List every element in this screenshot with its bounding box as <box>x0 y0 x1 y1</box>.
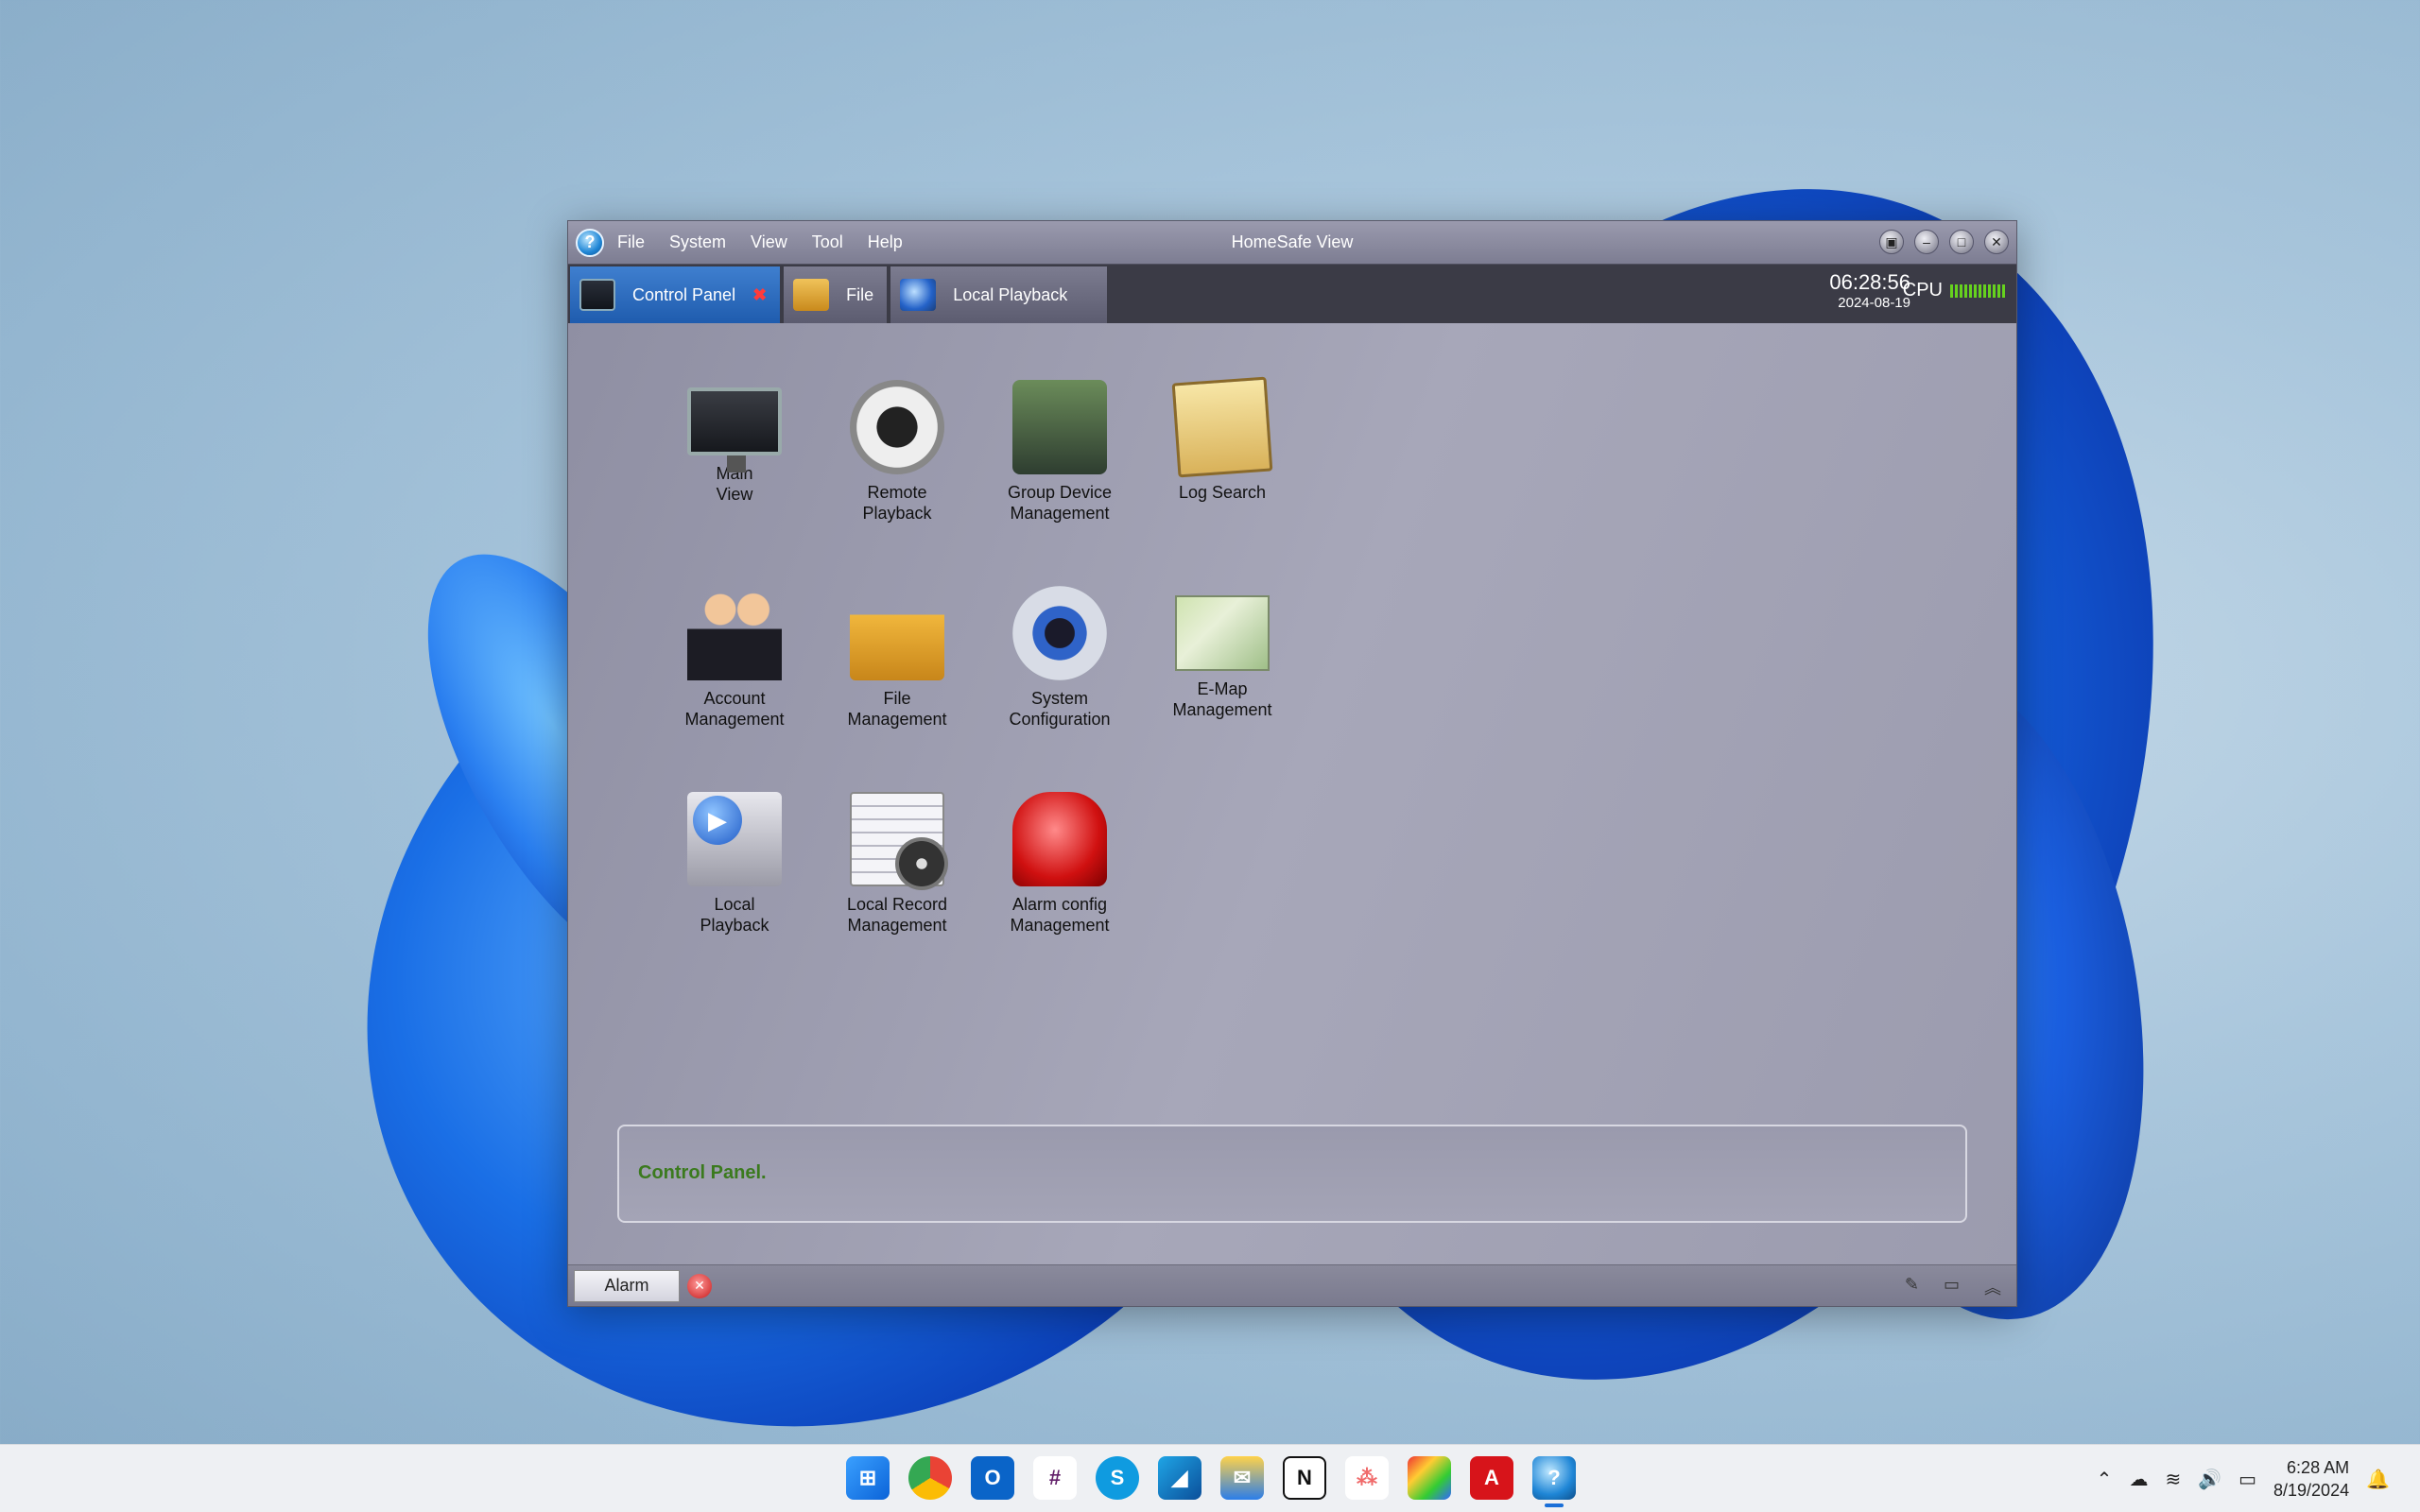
status-box: Control Panel. <box>617 1125 1967 1223</box>
homesafe-window: ? File System View Tool Help HomeSafe Vi… <box>567 220 2017 1307</box>
file-management-item[interactable]: File Management <box>816 586 978 792</box>
mail-icon[interactable]: ✉ <box>1220 1456 1264 1500</box>
notion-icon[interactable]: N <box>1283 1456 1326 1500</box>
menu-system[interactable]: System <box>669 232 726 252</box>
tray-datetime[interactable]: 6:28 AM 8/19/2024 <box>2273 1456 2349 1502</box>
tab-file[interactable]: File <box>784 266 888 323</box>
log-search-item[interactable]: Log Search <box>1141 376 1304 586</box>
minimize-icon[interactable]: – <box>1914 230 1939 254</box>
acrobat-icon[interactable]: A <box>1470 1456 1513 1500</box>
window-icon[interactable]: ▭ <box>1944 1275 1960 1299</box>
bottom-controls: ✎ ▭ ︽ <box>1880 1275 2001 1299</box>
item-label: Local Record Management <box>846 895 948 935</box>
item-label: Log Search <box>1178 483 1267 502</box>
control-panel-icon <box>579 279 615 311</box>
menu-tool[interactable]: Tool <box>812 232 843 252</box>
group-device-item[interactable]: Group Device Management <box>978 380 1141 586</box>
battery-icon[interactable]: ▭ <box>2238 1468 2256 1491</box>
item-label: File Management <box>847 689 947 729</box>
control-panel-grid: Main View Remote Playback Group Device M… <box>653 376 1304 998</box>
remote-playback-item[interactable]: Remote Playback <box>816 380 978 586</box>
app-logo-icon[interactable]: ? <box>576 228 604 257</box>
chrome-icon[interactable] <box>908 1456 952 1500</box>
windows-start-icon[interactable]: ⊞ <box>846 1456 890 1500</box>
skype-icon[interactable]: S <box>1096 1456 1139 1500</box>
tray-time: 6:28 AM <box>2287 1458 2350 1477</box>
item-label: E-Map Management <box>1172 679 1272 719</box>
remote-playback-icon <box>850 380 944 474</box>
tab-label: File <box>846 284 874 304</box>
outlook-icon[interactable]: O <box>971 1456 1014 1500</box>
menu-file[interactable]: File <box>617 232 645 252</box>
close-icon[interactable]: ✕ <box>1984 230 2009 254</box>
volume-icon[interactable]: 🔊 <box>2198 1468 2221 1491</box>
local-playback-item[interactable]: Local Playback <box>653 792 816 998</box>
control-panel: Main View Remote Playback Group Device M… <box>568 323 2016 1264</box>
system-tray: ⌃ ☁ ≋ 🔊 ▭ 6:28 AM 8/19/2024 🔔 <box>2097 1445 2407 1512</box>
cloud-icon[interactable]: ☁ <box>2129 1468 2148 1491</box>
tab-label: Control Panel <box>632 284 736 304</box>
homesafe-view-icon[interactable]: ? <box>1532 1456 1576 1507</box>
tab-control-panel[interactable]: Control Panel ✖ <box>570 266 781 323</box>
account-management-item[interactable]: Account Management <box>653 586 816 792</box>
group-device-icon <box>1012 380 1107 474</box>
monitor-icon <box>687 387 782 472</box>
cpu-meter: CPU <box>1903 280 2007 301</box>
maximize-icon[interactable]: □ <box>1949 230 1974 254</box>
cpu-bars <box>1950 284 2007 298</box>
account-icon <box>687 586 782 680</box>
item-label: Remote Playback <box>862 483 932 523</box>
emap-icon <box>1175 595 1270 671</box>
menu-view[interactable]: View <box>751 232 787 252</box>
pin-icon[interactable]: ✎ <box>1905 1275 1919 1299</box>
item-label: Account Management <box>684 689 785 729</box>
tab-close-icon[interactable]: ✖ <box>752 285 767 305</box>
local-record-icon <box>850 792 948 890</box>
tray-date: 8/19/2024 <box>2273 1481 2350 1500</box>
local-record-item[interactable]: Local Record Management <box>816 792 978 998</box>
local-playback-icon <box>900 279 937 311</box>
local-playback-icon <box>687 792 782 886</box>
tab-local-playback[interactable]: Local Playback <box>890 266 1108 323</box>
chevron-up-icon[interactable]: ⌃ <box>2097 1468 2113 1491</box>
file-management-icon <box>850 586 944 680</box>
folder-icon <box>793 279 830 311</box>
cpu-label: CPU <box>1902 280 1943 301</box>
tab-bar: Control Panel ✖ File Local Playback 06:2… <box>568 265 2016 323</box>
item-label: Alarm config Management <box>1010 895 1110 935</box>
clock-date: 2024-08-19 <box>1838 295 1910 311</box>
expand-up-icon[interactable]: ︽ <box>1984 1275 2001 1299</box>
taskbar-apps: ⊞ O # S ◢ ✉ N ⁂ A ? <box>846 1456 1595 1507</box>
alarm-config-item[interactable]: Alarm config Management <box>978 792 1141 998</box>
emap-management-item[interactable]: E-Map Management <box>1141 586 1304 792</box>
item-label: Local Playback <box>700 895 769 935</box>
tab-label: Local Playback <box>953 284 1068 304</box>
status-text: Control Panel. <box>638 1162 767 1183</box>
system-config-icon <box>1012 586 1107 680</box>
notification-icon[interactable]: 🔔 <box>2366 1468 2390 1491</box>
log-search-icon <box>1171 376 1273 478</box>
alarm-status-icon[interactable]: ✕ <box>687 1273 712 1298</box>
item-label: System Configuration <box>1009 689 1111 729</box>
clock-time: 06:28:56 <box>1829 270 1910 294</box>
alarm-tab[interactable]: Alarm <box>574 1269 680 1302</box>
photos-icon[interactable] <box>1408 1456 1451 1500</box>
window-controls: ▣ – □ ✕ <box>1869 230 2009 254</box>
main-view-item[interactable]: Main View <box>653 380 816 586</box>
slack-icon[interactable]: # <box>1033 1456 1077 1500</box>
title-bar[interactable]: ? File System View Tool Help HomeSafe Vi… <box>568 221 2016 265</box>
item-label: Group Device Management <box>1007 483 1113 523</box>
asana-icon[interactable]: ⁂ <box>1345 1456 1389 1500</box>
bottom-bar: Alarm ✕ ✎ ▭ ︽ <box>568 1264 2016 1306</box>
taskbar: ⊞ O # S ◢ ✉ N ⁂ A ? ⌃ ☁ ≋ 🔊 ▭ 6:28 AM 8/… <box>0 1444 2420 1512</box>
alarm-config-icon <box>1012 792 1107 886</box>
app-icon[interactable]: ◢ <box>1158 1456 1201 1500</box>
menu-help[interactable]: Help <box>868 232 903 252</box>
lock-icon[interactable]: ▣ <box>1879 230 1904 254</box>
wifi-icon[interactable]: ≋ <box>2165 1468 2181 1491</box>
menu-bar: File System View Tool Help <box>617 232 927 252</box>
clock: 06:28:56 2024-08-19 <box>1829 270 1910 311</box>
system-configuration-item[interactable]: System Configuration <box>978 586 1141 792</box>
